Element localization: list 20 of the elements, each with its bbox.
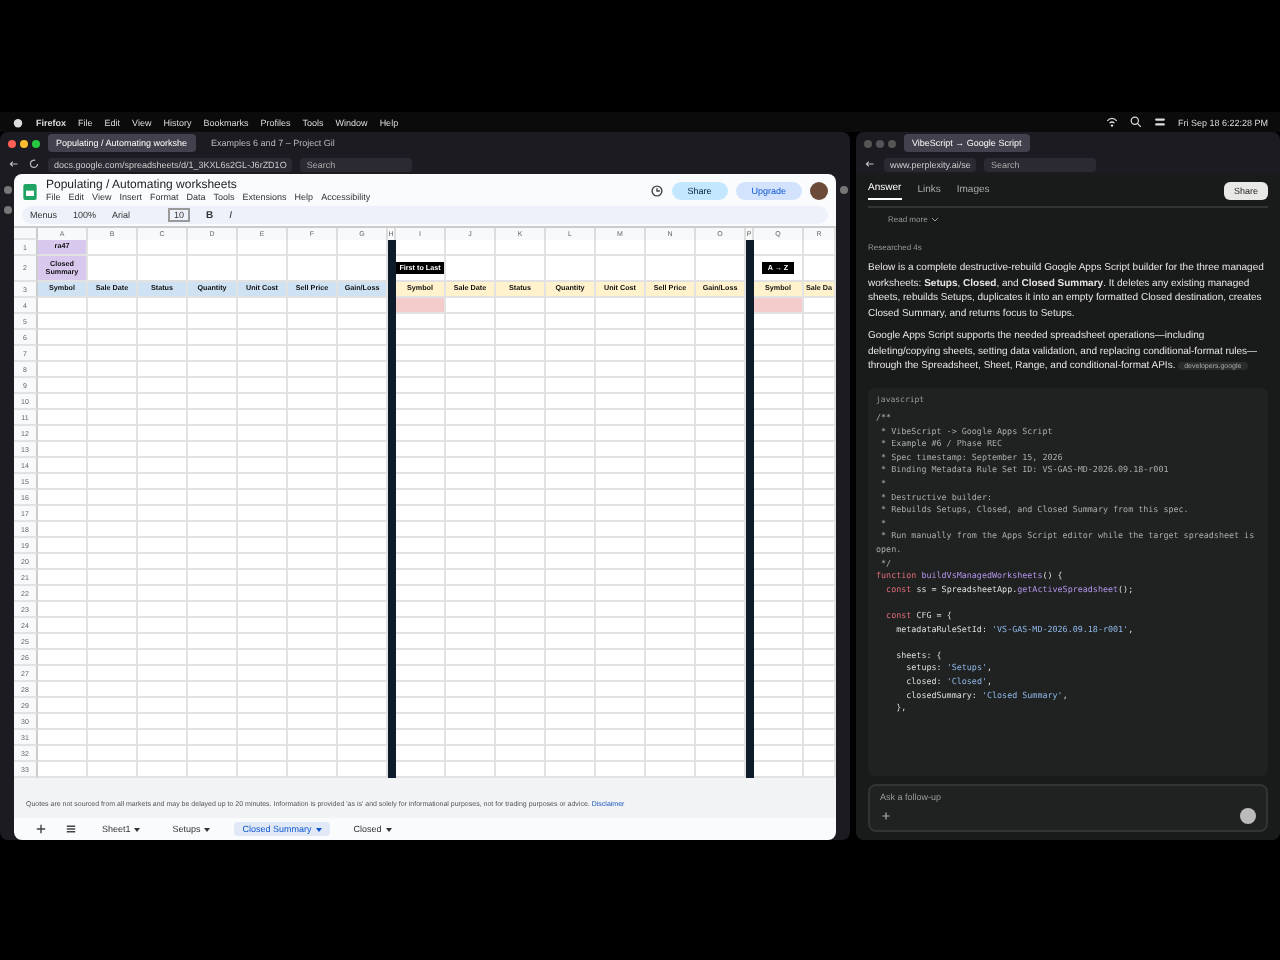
caret-icon[interactable]	[385, 827, 392, 832]
control-center-icon[interactable]	[1153, 116, 1166, 128]
sidebar-icon[interactable]	[3, 186, 11, 194]
reload-icon[interactable]	[28, 158, 40, 170]
plus-icon[interactable]	[880, 810, 892, 822]
caret-icon[interactable]	[134, 827, 141, 832]
add-sheet-icon[interactable]	[34, 822, 48, 836]
avatar[interactable]	[810, 182, 828, 200]
search-icon[interactable]	[1129, 116, 1142, 128]
send-button[interactable]	[1240, 808, 1256, 824]
wifi-icon[interactable]	[1105, 116, 1118, 128]
caret-icon[interactable]	[315, 827, 322, 832]
sidebar-icon[interactable]	[3, 206, 11, 214]
caret-icon[interactable]	[204, 827, 211, 832]
back-arrow-icon[interactable]	[864, 158, 876, 170]
sheets-logo-icon[interactable]	[22, 181, 38, 201]
back-arrow-icon[interactable]	[8, 158, 20, 170]
history-icon[interactable]	[649, 184, 664, 198]
all-sheets-menu-icon[interactable]	[64, 822, 78, 836]
sidebar-icon[interactable]	[839, 186, 847, 194]
